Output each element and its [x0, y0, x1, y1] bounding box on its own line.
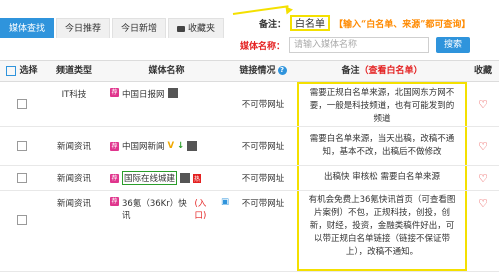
row-favorite: ♡ — [467, 127, 499, 165]
media-badge-icon: 荐 — [110, 197, 119, 206]
tab-bar: 媒体查找 今日推荐 今日新增 收藏夹 — [0, 18, 226, 38]
row-note-text: 有机会免费上36氪快讯首页（可查看图片案例）不包，正规科技，创投，创新，财经，投… — [308, 195, 456, 257]
media-name-input[interactable]: 请输入媒体名称 — [289, 37, 430, 53]
note-input[interactable]: 白名单 — [290, 15, 331, 31]
table-row: IT科技 荐 中国日报网 不可带网址 需要正规白名单来源，北国网东方网不要，一般… — [0, 82, 499, 127]
media-badge-icon: 荐 — [110, 88, 119, 97]
row-favorite: ♡ — [467, 82, 499, 126]
media-badge-icon: 荐 — [110, 173, 119, 183]
annotation-text: 【输入“白名单、来源”都可查询】 — [334, 19, 471, 30]
row-note-text: 需要白名单来源，当天出稿，改稿不通知，基本不改，出稿后不做修改 — [309, 134, 455, 157]
table-row: 新闻资讯 荐 国际在线城建 热 不可带网址 出稿快 审核松 需要白名单来源 ♡ — [0, 166, 499, 191]
verified-v-icon: V — [167, 141, 175, 151]
row-media: 荐 36氪（36Kr）快讯 (入口) ▣ — [104, 191, 229, 271]
row-checkbox[interactable] — [17, 173, 27, 183]
row-favorite: ♡ — [467, 191, 499, 271]
heart-icon[interactable]: ♡ — [476, 172, 490, 185]
row-note: 出稿快 审核松 需要白名单来源 — [297, 166, 467, 190]
header-media-name: 媒体名称 — [148, 66, 185, 76]
row-checkbox[interactable] — [17, 99, 27, 109]
header-select: 选择 — [0, 61, 44, 81]
media-badge-icon: 荐 — [110, 141, 119, 151]
row-select-cell — [0, 127, 44, 165]
image-icon[interactable]: ▣ — [221, 197, 229, 207]
header-note: 备注（查看白名单） — [297, 61, 467, 81]
media-name-filter-row: 媒体名称： 请输入媒体名称 搜索 — [240, 36, 471, 54]
row-media-name[interactable]: 中国日报网 — [122, 88, 165, 100]
tab-favorites[interactable]: 收藏夹 — [168, 18, 225, 38]
row-channel-type: 新闻资讯 — [56, 174, 91, 184]
row-channel-type: 新闻资讯 — [56, 142, 91, 152]
tab-media-search[interactable]: 媒体查找 — [0, 18, 55, 38]
row-checkbox[interactable] — [17, 141, 27, 151]
row-media-name[interactable]: 中国网新闻 — [122, 140, 165, 152]
qr-code-icon[interactable] — [180, 173, 191, 183]
folder-icon — [177, 25, 186, 32]
row-select-cell — [0, 166, 44, 190]
tab-today-new[interactable]: 今日新增 — [112, 18, 167, 38]
note-label: 备注： — [259, 19, 287, 30]
row-note-text: 出稿快 审核松 需要白名单来源 — [324, 172, 440, 182]
row-media: 荐 中国网新闻 V ↓ — [104, 127, 229, 165]
row-media-name[interactable]: 36氪（36Kr）快讯 — [122, 197, 195, 221]
qr-code-icon[interactable] — [187, 141, 198, 151]
row-link-status: 不可带网址 — [241, 199, 285, 209]
heart-icon[interactable]: ♡ — [476, 140, 490, 153]
row-note: 有机会免费上36氪快讯首页（可查看图片案例）不包，正规科技，创投，创新，财经，投… — [297, 191, 467, 271]
header-note-label: 备注 — [341, 66, 360, 76]
hot-badge: 热 — [193, 173, 202, 183]
note-filter-row: 备注： 白名单 【输入“白名单、来源”都可查询】 — [259, 14, 470, 32]
row-channel-type: 新闻资讯 — [56, 199, 91, 209]
row-link-status: 不可带网址 — [241, 100, 285, 110]
table-header: 选择 频道类型 媒体名称 链接情况? 备注（查看白名单） 收藏 — [0, 61, 499, 82]
heart-icon[interactable]: ♡ — [476, 98, 490, 111]
search-button[interactable]: 搜索 — [436, 37, 471, 53]
qr-code-icon[interactable] — [167, 88, 178, 98]
row-checkbox[interactable] — [17, 215, 27, 225]
heart-icon[interactable]: ♡ — [476, 197, 490, 210]
row-channel-type: IT科技 — [61, 90, 87, 100]
row-select-cell — [0, 191, 44, 271]
tab-today-recommend[interactable]: 今日推荐 — [56, 18, 111, 38]
header-link-status: 链接情况? — [229, 61, 297, 81]
help-icon[interactable]: ? — [277, 66, 287, 75]
media-name-label: 媒体名称： — [240, 41, 286, 52]
down-arrow-icon: ↓ — [177, 141, 185, 151]
row-media: 荐 中国日报网 — [104, 82, 229, 126]
table-row: 新闻资讯 荐 中国网新闻 V ↓ 不可带网址 需要白名单来源，当天出稿，改稿不通… — [0, 127, 499, 166]
row-note-text: 需要正规白名单来源，北国网东方网不要，一般是科技频道，也有可能发到的频道 — [309, 88, 455, 124]
header-select-label: 选择 — [19, 66, 38, 76]
row-note: 需要正规白名单来源，北国网东方网不要，一般是科技频道，也有可能发到的频道 — [297, 82, 467, 126]
header-channel-type: 频道类型 — [55, 66, 92, 76]
media-table: 选择 频道类型 媒体名称 链接情况? 备注（查看白名单） 收藏 IT科技 荐 中… — [0, 60, 499, 272]
row-media: 荐 国际在线城建 热 — [104, 166, 229, 190]
row-link-status: 不可带网址 — [241, 174, 285, 184]
header-favorite: 收藏 — [473, 66, 492, 76]
mobile-entry-link[interactable]: (入口) — [195, 197, 218, 221]
row-select-cell — [0, 82, 44, 126]
tab-favorites-label: 收藏夹 — [188, 24, 216, 34]
header-link-status-label: 链接情况 — [239, 66, 276, 76]
table-row: 新闻资讯 荐 36氪（36Kr）快讯 (入口) ▣ 不可带网址 有机会免费上36… — [0, 191, 499, 272]
row-note: 需要白名单来源，当天出稿，改稿不通知，基本不改，出稿后不做修改 — [297, 127, 467, 165]
row-favorite: ♡ — [467, 166, 499, 190]
row-link-status: 不可带网址 — [241, 142, 285, 152]
row-media-name[interactable]: 国际在线城建 — [122, 171, 178, 185]
select-all-checkbox[interactable] — [6, 65, 17, 76]
view-whitelist-link[interactable]: （查看白名单） — [360, 66, 423, 76]
